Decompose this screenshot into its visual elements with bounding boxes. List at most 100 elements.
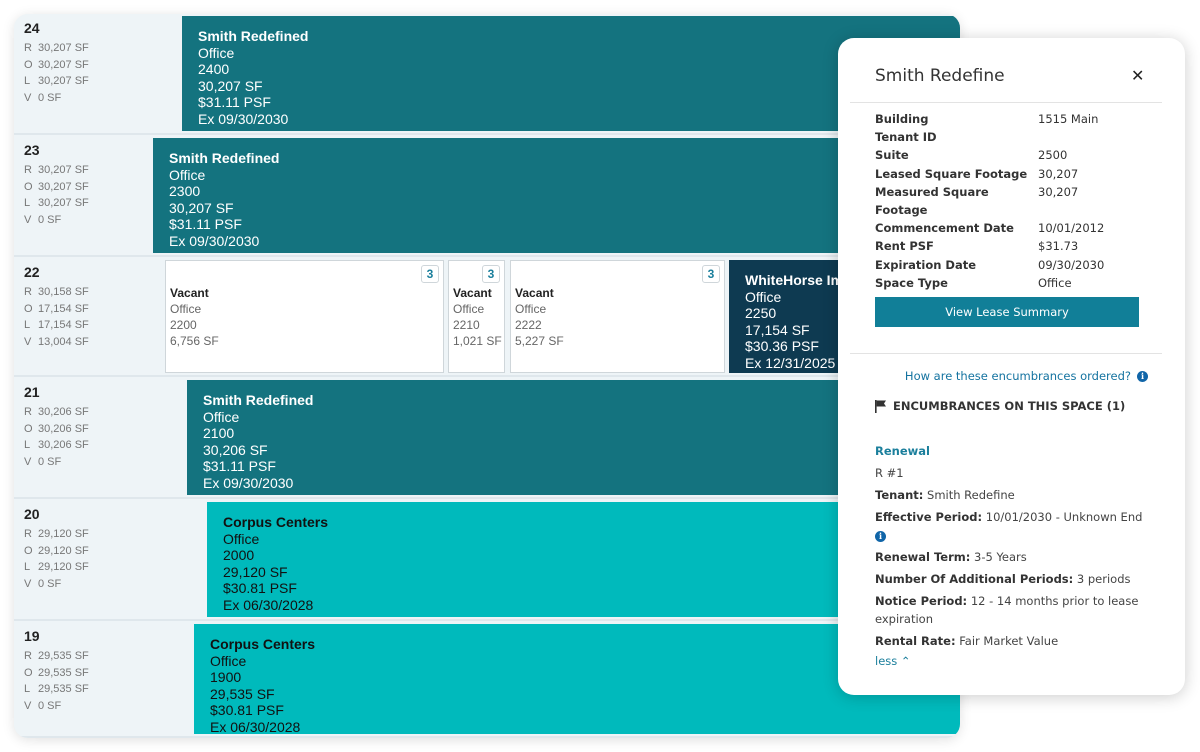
space-detail: 2300 xyxy=(169,183,201,199)
stat-key: R xyxy=(24,164,32,176)
field-row: Measured Square Footage 30,207 xyxy=(875,183,1104,219)
stat-key: O xyxy=(24,58,33,71)
stat-value: 30,207 SF xyxy=(38,164,89,176)
value: 3 periods xyxy=(1076,572,1131,586)
space-detail: Office xyxy=(198,44,235,61)
stat-line: O 30,207 SF xyxy=(24,57,89,74)
field-value: 2500 xyxy=(1038,148,1068,163)
floor-row: 19 R 29,535 SF O 29,535 SF L 29,535 SF V 0 SF Cor… xyxy=(14,622,960,738)
label: Notice Period: xyxy=(875,594,968,608)
stat-key: V xyxy=(24,335,32,348)
encumbrance-order-label: How are these encumbrances ordered? xyxy=(904,369,1131,383)
stat-value: 0 SF xyxy=(38,455,62,468)
floor-number: 24 xyxy=(24,20,40,36)
label: Number Of Additional Periods: xyxy=(875,572,1074,586)
space-detail: Office xyxy=(210,652,247,669)
field-row: Building 1515 Main xyxy=(875,110,1104,128)
stat-key: L xyxy=(24,683,31,695)
field-row: Rent PSF $31.73 xyxy=(875,237,1104,255)
stat-key: O xyxy=(24,422,33,435)
stat-value: 30,207 SF xyxy=(38,42,89,54)
field-value: Office xyxy=(1038,275,1072,290)
space-count-badge[interactable]: 3 xyxy=(702,265,720,283)
stat-line: V 13,004 SF xyxy=(24,334,89,351)
stat-value: 17,154 SF xyxy=(38,302,89,315)
stat-key: V xyxy=(24,699,32,712)
info-icon[interactable]: i xyxy=(1137,370,1148,382)
floor-row: 23 R 30,207 SF O 30,207 SF L 30,207 SF V 0 SF Smi… xyxy=(14,136,960,257)
stat-line: O 17,154 SF xyxy=(24,301,89,318)
floor-number: 20 xyxy=(24,506,40,522)
space-detail: $30.81 PSF xyxy=(210,702,284,718)
field-label: Leased Square Footage xyxy=(875,166,1028,181)
space-detail: $30.81 PSF xyxy=(223,580,297,596)
space-detail: Office xyxy=(223,530,260,547)
tenant-name: Smith Redefined xyxy=(169,150,280,166)
field-value xyxy=(1038,128,1042,146)
stat-value: 30,207 SF xyxy=(38,180,89,193)
vacant-space[interactable]: 3 Vacant Office 2210 1,021 SF xyxy=(448,260,505,373)
field-label: Building xyxy=(875,112,929,126)
tenant-name: Smith Redefined xyxy=(203,392,314,408)
floor-number: 21 xyxy=(24,384,40,400)
space-detail: 1,021 SF xyxy=(453,334,502,348)
field-label: Commencement Date xyxy=(875,221,1014,236)
floor-row: 21 R 30,206 SF O 30,206 SF L 30,206 SF V 0 SF Smi… xyxy=(14,378,960,499)
stat-key: L xyxy=(24,319,31,331)
panel-title: Smith Redefine xyxy=(875,66,1005,86)
label: Rental Rate: xyxy=(875,634,956,648)
stat-value: 0 SF xyxy=(38,577,62,590)
stat-value: 30,158 SF xyxy=(38,286,89,298)
stat-key: V xyxy=(24,213,32,226)
field-value: 10/01/2012 xyxy=(1038,221,1105,236)
less-label: less xyxy=(875,654,898,668)
view-lease-summary-button[interactable]: View Lease Summary xyxy=(875,297,1139,327)
stat-key: R xyxy=(24,42,32,54)
space-detail: 1900 xyxy=(210,669,242,685)
field-value: 30,207 xyxy=(1038,166,1079,181)
stat-value: 30,207 SF xyxy=(38,58,89,71)
stat-key: L xyxy=(24,75,31,87)
space-detail: 2100 xyxy=(203,425,235,441)
space-count-badge[interactable]: 3 xyxy=(482,265,500,283)
stat-value: 29,120 SF xyxy=(38,528,89,540)
floor-row: 24 R 30,207 SF O 30,207 SF L 30,207 SF V 0 SF Smi… xyxy=(14,14,960,135)
tenant-name: Vacant xyxy=(170,286,209,300)
field-row: Suite 2500 xyxy=(875,146,1104,164)
stat-value: 29,535 SF xyxy=(38,650,89,662)
vacant-space[interactable]: 3 Vacant Office 2222 5,227 SF xyxy=(510,260,725,373)
field-label: Measured Square Footage xyxy=(875,184,989,218)
stat-key: R xyxy=(24,650,32,662)
encumbrance-type-link[interactable]: Renewal xyxy=(875,442,1155,460)
stat-value: 30,207 SF xyxy=(38,197,89,209)
encumbrance-order-link[interactable]: How are these encumbrances ordered? i xyxy=(905,369,1148,383)
space-count-badge[interactable]: 3 xyxy=(421,265,439,283)
stat-value: 30,207 SF xyxy=(38,75,89,87)
stat-line: L 29,120 SF xyxy=(24,559,89,576)
less-toggle[interactable]: less ⌃ xyxy=(875,652,1155,670)
close-icon[interactable]: ✕ xyxy=(1131,66,1144,85)
space-detail: Office xyxy=(203,408,240,425)
space-detail: 2200 xyxy=(170,318,197,332)
stacking-plan: 24 R 30,207 SF O 30,207 SF L 30,207 SF V 0 SF Smi… xyxy=(14,14,960,738)
stat-key: V xyxy=(24,91,32,104)
space-detail: Office xyxy=(170,302,202,316)
info-icon[interactable]: i xyxy=(875,531,886,542)
field-label: Expiration Date xyxy=(875,257,977,272)
space-detail: 30,206 SF xyxy=(203,441,268,458)
tenant-name: Vacant xyxy=(515,286,554,300)
stat-line: R 30,207 SF xyxy=(24,162,89,179)
space-detail: 6,756 SF xyxy=(170,334,219,348)
vacant-space[interactable]: 3 Vacant Office 2200 6,756 SF xyxy=(165,260,444,373)
floor-row: 22 R 30,158 SF O 17,154 SF L 17,154 SF V 13,004 … xyxy=(14,258,960,377)
floor-stats: R 30,206 SF O 30,206 SF L 30,206 SF V 0 SF xyxy=(24,404,89,470)
stat-key: O xyxy=(24,302,33,315)
tenant-name: Vacant xyxy=(453,286,492,300)
floor-stats: R 29,120 SF O 29,120 SF L 29,120 SF V 0 SF xyxy=(24,526,89,592)
space-detail: 5,227 SF xyxy=(515,334,564,348)
stat-value: 30,206 SF xyxy=(38,406,89,418)
encumbrance-notice: Notice Period: 12 - 14 months prior to l… xyxy=(875,592,1155,628)
stat-line: V 0 SF xyxy=(24,212,89,229)
space-detail: 30,207 SF xyxy=(169,199,234,216)
space-detail-panel: Smith Redefine ✕ Building 1515 Main Tenant… xyxy=(838,38,1185,695)
